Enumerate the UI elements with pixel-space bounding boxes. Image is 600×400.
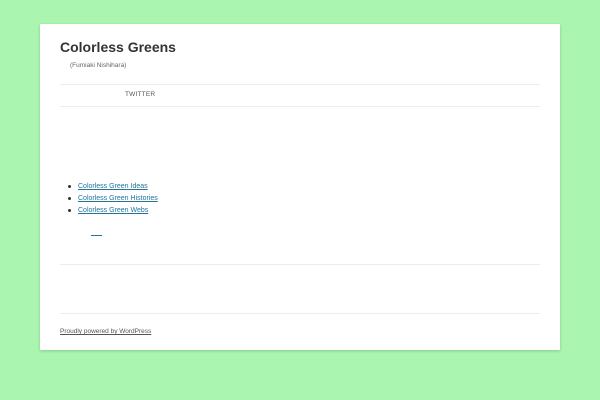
small-underlined-link[interactable] bbox=[91, 235, 102, 236]
link-colorless-green-ideas[interactable]: Colorless Green Ideas bbox=[78, 181, 148, 193]
site-description: (Fumiaki Nishihara) bbox=[70, 62, 127, 69]
header-divider bbox=[60, 84, 540, 85]
nav-divider bbox=[60, 106, 540, 107]
site-title[interactable]: Colorless Greens bbox=[60, 39, 176, 55]
footer-credit-link[interactable]: Proudly powered by WordPress bbox=[60, 328, 151, 335]
bullet-icon bbox=[68, 209, 71, 212]
link-colorless-green-histories[interactable]: Colorless Green Histories bbox=[78, 193, 158, 205]
link-colorless-green-webs[interactable]: Colorless Green Webs bbox=[78, 205, 148, 217]
bullet-icon bbox=[68, 197, 71, 200]
content-divider bbox=[60, 264, 540, 265]
page-container: Colorless Greens (Fumiaki Nishihara) TWI… bbox=[40, 24, 560, 350]
footer-divider bbox=[60, 313, 540, 314]
bullet-icon bbox=[68, 185, 71, 188]
nav-item-twitter[interactable]: TWITTER bbox=[125, 91, 155, 98]
